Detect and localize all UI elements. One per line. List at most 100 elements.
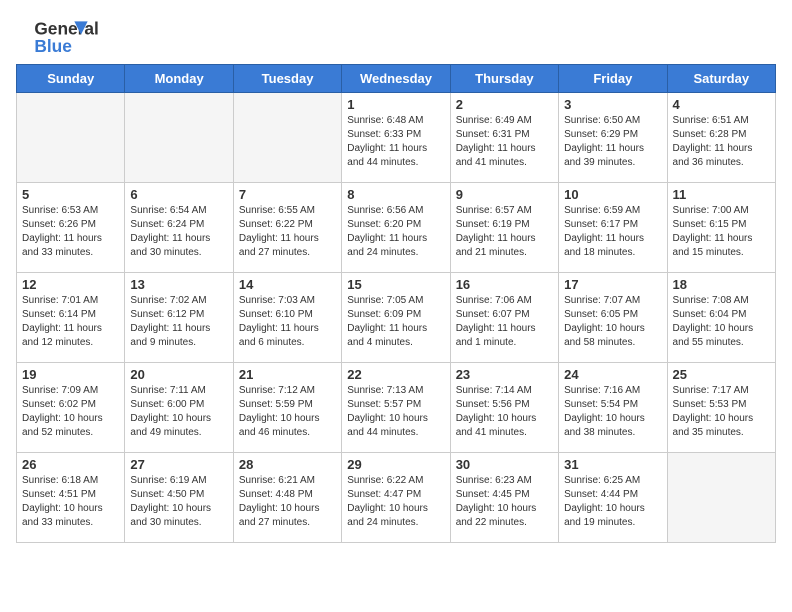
header-row: SundayMondayTuesdayWednesdayThursdayFrid…: [17, 65, 776, 93]
calendar-cell: 31 Sunrise: 6:25 AMSunset: 4:44 PMDayligh…: [559, 453, 667, 543]
day-number: 1: [347, 97, 444, 112]
day-info: Sunrise: 6:22 AMSunset: 4:47 PMDaylight:…: [347, 474, 444, 530]
day-number: 29: [347, 457, 444, 472]
calendar-cell: 17 Sunrise: 7:07 AMSunset: 6:05 PMDayligh…: [559, 273, 667, 363]
day-number: 26: [22, 457, 119, 472]
calendar-cell: 13 Sunrise: 7:02 AMSunset: 6:12 PMDayligh…: [125, 273, 233, 363]
day-header-saturday: Saturday: [667, 65, 775, 93]
day-header-sunday: Sunday: [17, 65, 125, 93]
calendar-cell: 3 Sunrise: 6:50 AMSunset: 6:29 PMDaylight…: [559, 93, 667, 183]
day-header-wednesday: Wednesday: [342, 65, 450, 93]
day-header-thursday: Thursday: [450, 65, 558, 93]
calendar-cell: 11 Sunrise: 7:00 AMSunset: 6:15 PMDayligh…: [667, 183, 775, 273]
day-info: Sunrise: 7:07 AMSunset: 6:05 PMDaylight:…: [564, 294, 661, 350]
day-info: Sunrise: 6:59 AMSunset: 6:17 PMDaylight:…: [564, 204, 661, 260]
day-number: 2: [456, 97, 553, 112]
day-header-monday: Monday: [125, 65, 233, 93]
day-info: Sunrise: 6:18 AMSunset: 4:51 PMDaylight:…: [22, 474, 119, 530]
calendar-cell: 9 Sunrise: 6:57 AMSunset: 6:19 PMDaylight…: [450, 183, 558, 273]
day-info: Sunrise: 7:02 AMSunset: 6:12 PMDaylight:…: [130, 294, 227, 350]
calendar-cell: 20 Sunrise: 7:11 AMSunset: 6:00 PMDayligh…: [125, 363, 233, 453]
calendar-cell: 26 Sunrise: 6:18 AMSunset: 4:51 PMDayligh…: [17, 453, 125, 543]
day-info: Sunrise: 7:14 AMSunset: 5:56 PMDaylight:…: [456, 384, 553, 440]
day-number: 9: [456, 187, 553, 202]
day-info: Sunrise: 7:08 AMSunset: 6:04 PMDaylight:…: [673, 294, 770, 350]
day-info: Sunrise: 6:25 AMSunset: 4:44 PMDaylight:…: [564, 474, 661, 530]
calendar-cell: 30 Sunrise: 6:23 AMSunset: 4:45 PMDayligh…: [450, 453, 558, 543]
day-header-tuesday: Tuesday: [233, 65, 341, 93]
day-info: Sunrise: 7:17 AMSunset: 5:53 PMDaylight:…: [673, 384, 770, 440]
day-number: 16: [456, 277, 553, 292]
week-row-2: 5Sunrise: 6:53 AMSunset: 6:26 PMDaylight…: [17, 183, 776, 273]
day-info: Sunrise: 6:51 AMSunset: 6:28 PMDaylight:…: [673, 114, 770, 170]
day-number: 23: [456, 367, 553, 382]
calendar-cell: [667, 453, 775, 543]
calendar-cell: 15 Sunrise: 7:05 AMSunset: 6:09 PMDayligh…: [342, 273, 450, 363]
day-number: 17: [564, 277, 661, 292]
calendar-cell: 22 Sunrise: 7:13 AMSunset: 5:57 PMDayligh…: [342, 363, 450, 453]
day-info: Sunrise: 6:53 AMSunset: 6:26 PMDaylight:…: [22, 204, 119, 260]
day-number: 13: [130, 277, 227, 292]
day-number: 15: [347, 277, 444, 292]
calendar-cell: [125, 93, 233, 183]
day-number: 27: [130, 457, 227, 472]
calendar-cell: 2 Sunrise: 6:49 AMSunset: 6:31 PMDaylight…: [450, 93, 558, 183]
week-row-1: 1 Sunrise: 6:48 AMSunset: 6:33 PMDaylight…: [17, 93, 776, 183]
day-info: Sunrise: 7:00 AMSunset: 6:15 PMDaylight:…: [673, 204, 770, 260]
logo-icon: General Blue: [16, 16, 106, 56]
day-info: Sunrise: 6:23 AMSunset: 4:45 PMDaylight:…: [456, 474, 553, 530]
calendar-cell: 6 Sunrise: 6:54 AMSunset: 6:24 PMDaylight…: [125, 183, 233, 273]
day-number: 18: [673, 277, 770, 292]
week-row-5: 26 Sunrise: 6:18 AMSunset: 4:51 PMDayligh…: [17, 453, 776, 543]
calendar-cell: 24Sunrise: 7:16 AMSunset: 5:54 PMDayligh…: [559, 363, 667, 453]
calendar-table: SundayMondayTuesdayWednesdayThursdayFrid…: [16, 64, 776, 543]
day-info: Sunrise: 6:56 AMSunset: 6:20 PMDaylight:…: [347, 204, 444, 260]
calendar-cell: 1 Sunrise: 6:48 AMSunset: 6:33 PMDaylight…: [342, 93, 450, 183]
day-info: Sunrise: 7:01 AMSunset: 6:14 PMDaylight:…: [22, 294, 119, 350]
day-info: Sunrise: 7:16 AMSunset: 5:54 PMDaylight:…: [564, 384, 661, 440]
day-number: 20: [130, 367, 227, 382]
day-info: Sunrise: 7:12 AMSunset: 5:59 PMDaylight:…: [239, 384, 336, 440]
day-info: Sunrise: 6:54 AMSunset: 6:24 PMDaylight:…: [130, 204, 227, 260]
calendar-cell: 14Sunrise: 7:03 AMSunset: 6:10 PMDayligh…: [233, 273, 341, 363]
day-info: Sunrise: 6:57 AMSunset: 6:19 PMDaylight:…: [456, 204, 553, 260]
day-number: 19: [22, 367, 119, 382]
day-number: 6: [130, 187, 227, 202]
calendar-cell: 18 Sunrise: 7:08 AMSunset: 6:04 PMDayligh…: [667, 273, 775, 363]
calendar-cell: 16 Sunrise: 7:06 AMSunset: 6:07 PMDayligh…: [450, 273, 558, 363]
week-row-4: 19Sunrise: 7:09 AMSunset: 6:02 PMDayligh…: [17, 363, 776, 453]
calendar-cell: 5Sunrise: 6:53 AMSunset: 6:26 PMDaylight…: [17, 183, 125, 273]
calendar-cell: 23 Sunrise: 7:14 AMSunset: 5:56 PMDayligh…: [450, 363, 558, 453]
day-number: 3: [564, 97, 661, 112]
svg-text:Blue: Blue: [34, 36, 72, 56]
day-number: 8: [347, 187, 444, 202]
day-number: 11: [673, 187, 770, 202]
day-info: Sunrise: 7:11 AMSunset: 6:00 PMDaylight:…: [130, 384, 227, 440]
calendar-cell: 19Sunrise: 7:09 AMSunset: 6:02 PMDayligh…: [17, 363, 125, 453]
calendar-cell: 12 Sunrise: 7:01 AMSunset: 6:14 PMDayligh…: [17, 273, 125, 363]
calendar-cell: [233, 93, 341, 183]
day-number: 4: [673, 97, 770, 112]
calendar-cell: 7Sunrise: 6:55 AMSunset: 6:22 PMDaylight…: [233, 183, 341, 273]
calendar-cell: 28Sunrise: 6:21 AMSunset: 4:48 PMDayligh…: [233, 453, 341, 543]
logo: General Blue: [16, 16, 106, 56]
day-number: 22: [347, 367, 444, 382]
week-row-3: 12 Sunrise: 7:01 AMSunset: 6:14 PMDayligh…: [17, 273, 776, 363]
day-info: Sunrise: 6:55 AMSunset: 6:22 PMDaylight:…: [239, 204, 336, 260]
calendar-cell: 21 Sunrise: 7:12 AMSunset: 5:59 PMDayligh…: [233, 363, 341, 453]
calendar-cell: 8 Sunrise: 6:56 AMSunset: 6:20 PMDaylight…: [342, 183, 450, 273]
day-info: Sunrise: 7:05 AMSunset: 6:09 PMDaylight:…: [347, 294, 444, 350]
day-number: 31: [564, 457, 661, 472]
day-info: Sunrise: 7:13 AMSunset: 5:57 PMDaylight:…: [347, 384, 444, 440]
page-header: General Blue: [16, 16, 776, 56]
day-info: Sunrise: 7:06 AMSunset: 6:07 PMDaylight:…: [456, 294, 553, 350]
day-number: 25: [673, 367, 770, 382]
day-number: 21: [239, 367, 336, 382]
day-number: 12: [22, 277, 119, 292]
day-number: 10: [564, 187, 661, 202]
day-info: Sunrise: 6:49 AMSunset: 6:31 PMDaylight:…: [456, 114, 553, 170]
day-info: Sunrise: 6:48 AMSunset: 6:33 PMDaylight:…: [347, 114, 444, 170]
calendar-cell: 25 Sunrise: 7:17 AMSunset: 5:53 PMDayligh…: [667, 363, 775, 453]
day-info: Sunrise: 6:50 AMSunset: 6:29 PMDaylight:…: [564, 114, 661, 170]
day-number: 30: [456, 457, 553, 472]
